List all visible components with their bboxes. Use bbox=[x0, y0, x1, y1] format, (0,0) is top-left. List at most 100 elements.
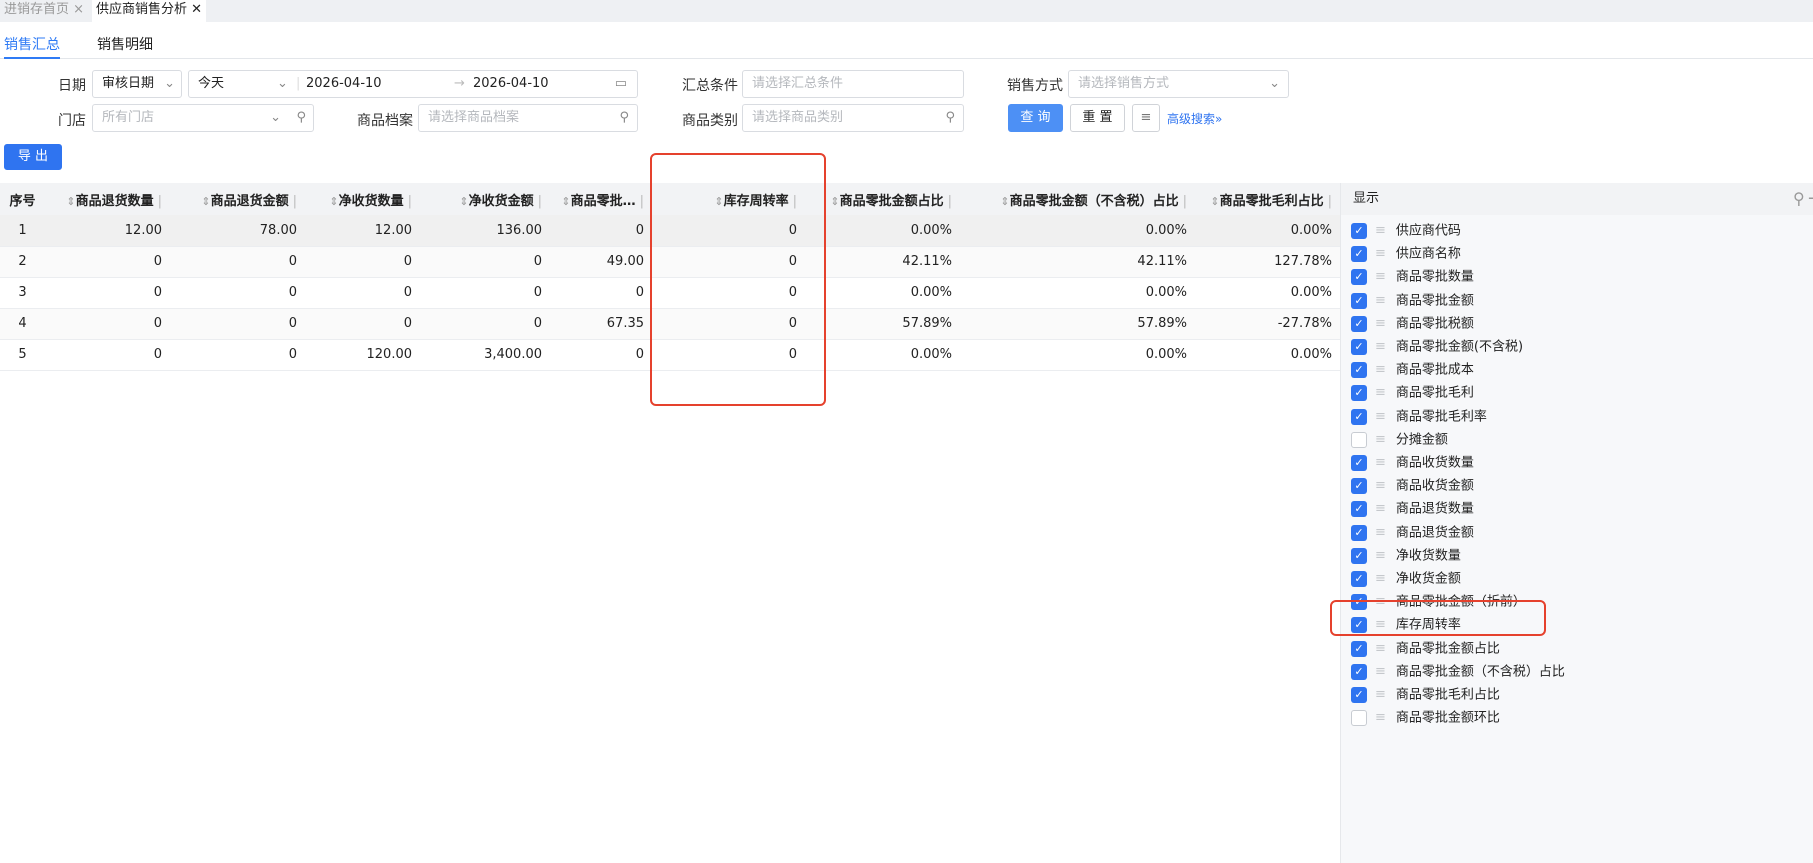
sort-icon[interactable]: ⇕ bbox=[830, 195, 839, 208]
column-toggle-item[interactable]: ✓ ≡ 净收货数量 bbox=[1351, 546, 1461, 566]
drag-handle-icon[interactable]: ≡ bbox=[1375, 267, 1386, 287]
drag-handle-icon[interactable]: ≡ bbox=[1375, 453, 1386, 473]
sort-icon[interactable]: ⇕ bbox=[459, 195, 468, 208]
drag-handle-icon[interactable]: ≡ bbox=[1375, 337, 1386, 357]
drag-handle-icon[interactable]: ≡ bbox=[1375, 476, 1386, 496]
drag-handle-icon[interactable]: ≡ bbox=[1375, 407, 1386, 427]
checkbox[interactable]: ✓ bbox=[1351, 246, 1367, 263]
checkbox[interactable]: ✓ bbox=[1351, 640, 1367, 657]
column-header[interactable]: ⇕净收货金额 | bbox=[420, 183, 550, 215]
end-date[interactable]: 2026-04-10 bbox=[473, 71, 549, 97]
drag-handle-icon[interactable]: ≡ bbox=[1375, 291, 1386, 311]
checkbox[interactable]: ✓ bbox=[1351, 385, 1367, 402]
sort-icon[interactable]: ⇕ bbox=[201, 195, 210, 208]
subtab-sales-summary[interactable]: 销售汇总 bbox=[4, 34, 60, 54]
sales-mode-select[interactable]: 请选择销售方式 ⌄ bbox=[1068, 70, 1289, 98]
start-date[interactable]: 2026-04-10 bbox=[306, 71, 382, 97]
checkbox[interactable]: ✓ bbox=[1351, 339, 1367, 355]
column-toggle-item[interactable]: ≡ 商品零批金额环比 bbox=[1351, 708, 1500, 728]
product-input[interactable]: 请选择商品档案 ⚲ bbox=[418, 104, 638, 132]
subtab-sales-detail[interactable]: 销售明细 bbox=[97, 34, 153, 54]
column-toggle-item[interactable]: ✓ ≡ 商品收货数量 bbox=[1351, 453, 1474, 473]
drag-handle-icon[interactable]: ≡ bbox=[1375, 221, 1386, 241]
calendar-icon[interactable]: ▭ bbox=[615, 71, 627, 97]
drag-handle-icon[interactable]: ≡ bbox=[1375, 546, 1386, 566]
checkbox[interactable]: ✓ bbox=[1351, 687, 1367, 703]
column-resize-handle[interactable]: | bbox=[538, 194, 542, 209]
checkbox[interactable] bbox=[1351, 431, 1367, 448]
column-resize-handle[interactable]: | bbox=[1183, 194, 1187, 209]
column-header[interactable]: ⇕净收货数量 | bbox=[305, 183, 420, 215]
add-icon[interactable]: + bbox=[1807, 183, 1813, 215]
column-toggle-item[interactable]: ✓ ≡ 供应商代码 bbox=[1351, 221, 1461, 241]
column-header[interactable]: ⇕商品零批金额占比 | bbox=[805, 183, 960, 215]
sort-icon[interactable]: ⇕ bbox=[561, 195, 570, 208]
column-toggle-item[interactable]: ≡ 分摊金额 bbox=[1351, 430, 1448, 450]
drag-handle-icon[interactable]: ≡ bbox=[1375, 244, 1386, 264]
query-button[interactable]: 查 询 bbox=[1008, 104, 1063, 132]
column-toggle-item[interactable]: ✓ ≡ 商品零批金额（不含税）占比 bbox=[1351, 662, 1565, 682]
column-toggle-item[interactable]: ✓ ≡ 供应商名称 bbox=[1351, 244, 1461, 264]
checkbox[interactable]: ✓ bbox=[1351, 547, 1367, 564]
drag-handle-icon[interactable]: ≡ bbox=[1375, 360, 1386, 380]
drag-handle-icon[interactable]: ≡ bbox=[1375, 639, 1386, 659]
column-header[interactable]: ⇕商品退货数量 | bbox=[45, 183, 170, 215]
column-toggle-item[interactable]: ✓ ≡ 商品零批毛利占比 bbox=[1351, 685, 1500, 705]
tab-inventory-home[interactable]: 进销存首页 × bbox=[0, 0, 89, 22]
date-range-picker[interactable]: 今天 ⌄ | 2026-04-10 → 2026-04-10 ▭ bbox=[188, 70, 638, 98]
checkbox[interactable]: ✓ bbox=[1351, 501, 1367, 518]
checkbox[interactable]: ✓ bbox=[1351, 223, 1367, 239]
drag-handle-icon[interactable]: ≡ bbox=[1375, 499, 1386, 519]
column-header[interactable]: ⇕商品退货金额 | bbox=[170, 183, 305, 215]
column-toggle-item[interactable]: ✓ ≡ 商品零批金额 bbox=[1351, 291, 1474, 311]
close-icon[interactable]: ✕ bbox=[191, 2, 202, 17]
column-header[interactable]: 序号 bbox=[0, 183, 45, 215]
close-icon[interactable]: × bbox=[73, 2, 84, 17]
checkbox[interactable]: ✓ bbox=[1351, 663, 1367, 680]
tab-supplier-sales-analysis[interactable]: 供应商销售分析 ✕ bbox=[92, 0, 207, 22]
summary-condition-select[interactable]: 请选择汇总条件 bbox=[742, 70, 964, 98]
sort-icon[interactable]: ⇕ bbox=[1000, 195, 1009, 208]
column-toggle-item[interactable]: ✓ ≡ 商品收货金额 bbox=[1351, 476, 1474, 496]
search-icon[interactable]: ⚲ bbox=[945, 105, 955, 131]
checkbox[interactable]: ✓ bbox=[1351, 362, 1367, 379]
drag-handle-icon[interactable]: ≡ bbox=[1375, 430, 1386, 450]
checkbox[interactable]: ✓ bbox=[1351, 478, 1367, 495]
column-toggle-item[interactable]: ✓ ≡ 商品退货金额 bbox=[1351, 523, 1474, 543]
column-toggle-item[interactable]: ✓ ≡ 商品零批数量 bbox=[1351, 267, 1474, 287]
filter-settings-icon[interactable]: ≡ bbox=[1132, 104, 1160, 132]
checkbox[interactable] bbox=[1351, 710, 1367, 727]
checkbox[interactable]: ✓ bbox=[1351, 292, 1367, 309]
checkbox[interactable]: ✓ bbox=[1351, 315, 1367, 332]
category-input[interactable]: 请选择商品类别 ⚲ bbox=[742, 104, 964, 132]
column-header[interactable]: ⇕商品零批… | bbox=[550, 183, 652, 215]
column-toggle-item[interactable]: ✓ ≡ 商品零批毛利 bbox=[1351, 383, 1474, 403]
column-toggle-item[interactable]: ✓ ≡ 商品零批金额(不含税) bbox=[1351, 337, 1523, 357]
reset-button[interactable]: 重 置 bbox=[1070, 104, 1125, 132]
drag-handle-icon[interactable]: ≡ bbox=[1375, 708, 1386, 728]
search-icon[interactable]: ⚲ bbox=[296, 105, 306, 131]
date-preset-value[interactable]: 今天 bbox=[198, 76, 224, 91]
drag-handle-icon[interactable]: ≡ bbox=[1375, 523, 1386, 543]
column-header[interactable]: ⇕商品零批毛利占比 | bbox=[1195, 183, 1340, 215]
sort-icon[interactable]: ⇕ bbox=[66, 195, 75, 208]
sort-icon[interactable]: ⇕ bbox=[329, 195, 338, 208]
export-button[interactable]: 导 出 bbox=[4, 144, 62, 170]
column-toggle-item[interactable]: ✓ ≡ 商品零批成本 bbox=[1351, 360, 1474, 380]
checkbox[interactable]: ✓ bbox=[1351, 269, 1367, 286]
column-resize-handle[interactable]: | bbox=[1328, 194, 1332, 209]
drag-handle-icon[interactable]: ≡ bbox=[1375, 662, 1386, 682]
column-resize-handle[interactable]: | bbox=[408, 194, 412, 209]
checkbox[interactable]: ✓ bbox=[1351, 408, 1367, 425]
checkbox[interactable]: ✓ bbox=[1351, 455, 1367, 471]
column-toggle-item[interactable]: ✓ ≡ 商品零批税额 bbox=[1351, 314, 1474, 334]
drag-handle-icon[interactable]: ≡ bbox=[1375, 685, 1386, 705]
column-toggle-item[interactable]: ✓ ≡ 商品零批金额占比 bbox=[1351, 639, 1500, 659]
drag-handle-icon[interactable]: ≡ bbox=[1375, 569, 1386, 589]
store-select[interactable]: 所有门店 ⌄ ⚲ bbox=[92, 104, 314, 132]
drag-handle-icon[interactable]: ≡ bbox=[1375, 314, 1386, 334]
drag-handle-icon[interactable]: ≡ bbox=[1375, 383, 1386, 403]
column-resize-handle[interactable]: | bbox=[948, 194, 952, 209]
checkbox[interactable]: ✓ bbox=[1351, 524, 1367, 541]
checkbox[interactable]: ✓ bbox=[1351, 571, 1367, 587]
